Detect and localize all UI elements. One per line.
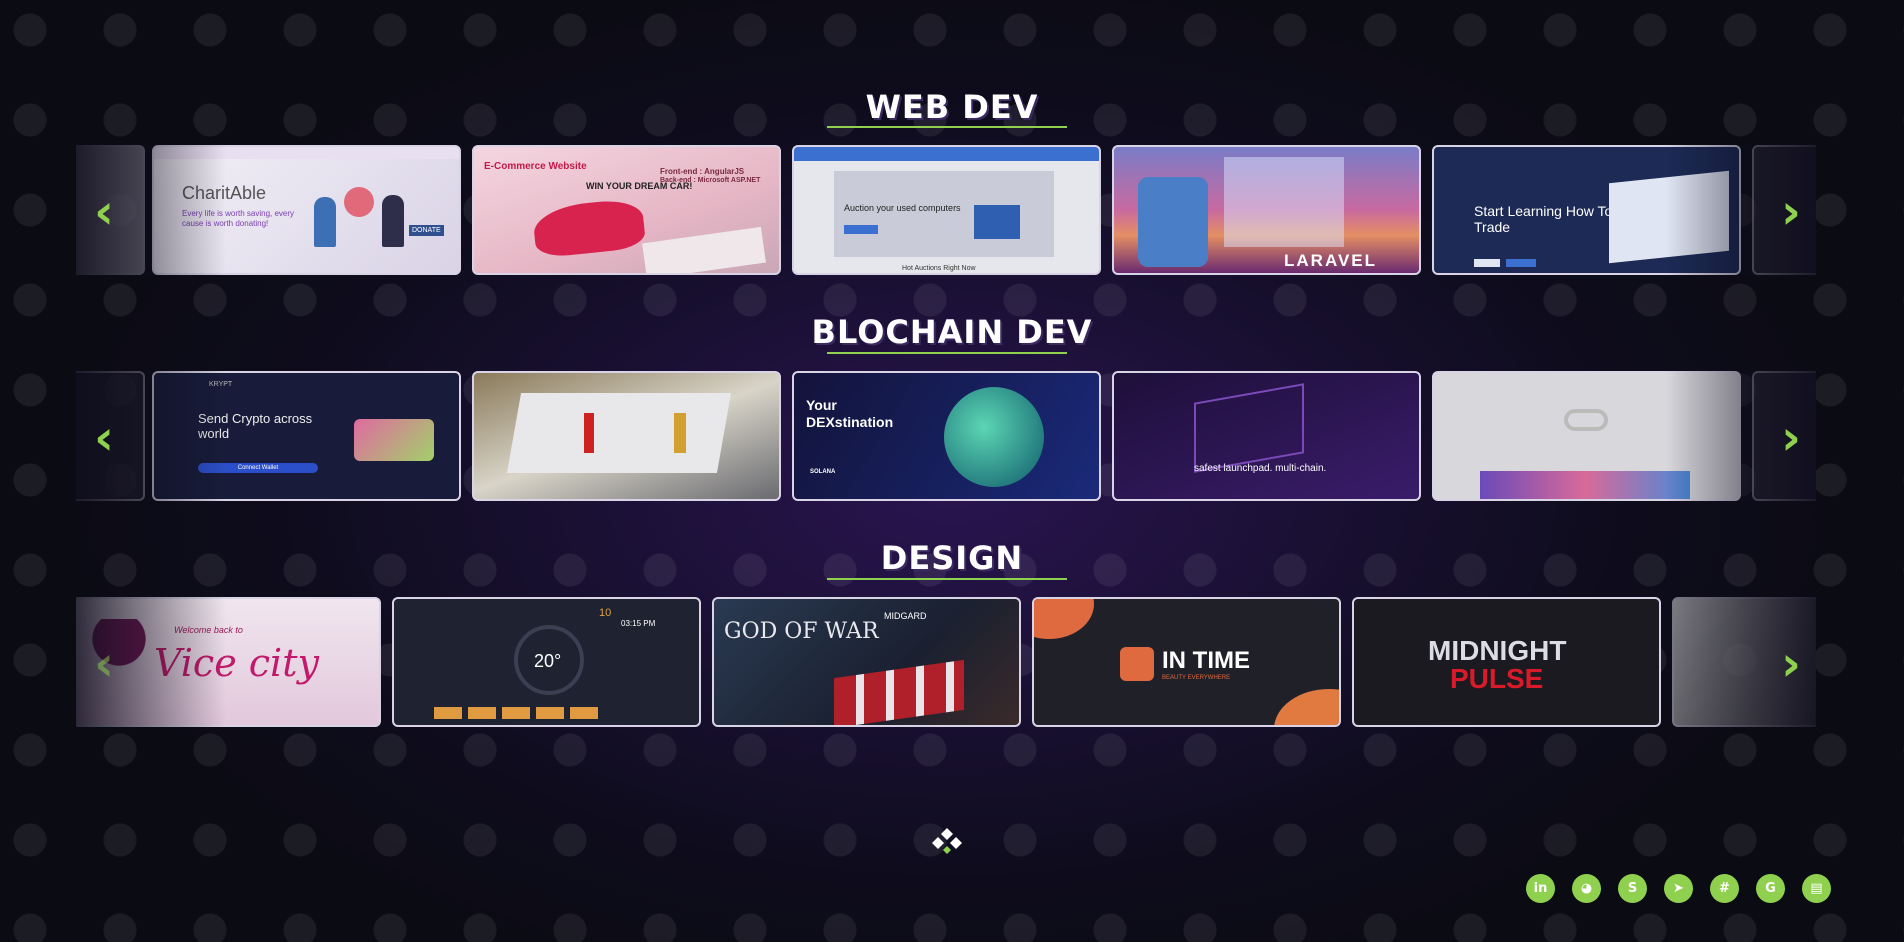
time-readout: 03:15 PM <box>621 619 656 628</box>
card-title: IN TIME <box>1162 647 1250 674</box>
project-card-trading[interactable]: Start Learning How To Trade <box>1432 145 1741 275</box>
telegram-icon[interactable]: ➤ <box>1664 874 1693 903</box>
card-text: MIDGARD <box>884 611 927 621</box>
card-button <box>844 225 878 234</box>
project-card-launchpad[interactable]: safest launchpad. multi-chain. <box>1112 371 1421 501</box>
heart-illustration <box>344 187 374 217</box>
project-card-god-of-war[interactable]: GOD OF WAR MIDGARD <box>712 597 1021 727</box>
card-text: cause is worth donating! <box>182 219 269 228</box>
card-title: Send Crypto across world <box>198 411 313 441</box>
slack-icon[interactable]: # <box>1710 874 1739 903</box>
nft-gallery-strip <box>1480 471 1690 499</box>
carousel-design[interactable]: Welcome back to Vice city 20° 10 03:15 P… <box>76 597 1816 727</box>
project-card-krypt[interactable]: KRYPT Send Crypto across world Connect W… <box>152 371 461 501</box>
card-title: E-Commerce Website <box>484 161 587 172</box>
crypto-card-illustration <box>354 419 434 461</box>
next-arrow-button[interactable]: › <box>1771 182 1811 242</box>
person-illustration <box>382 195 404 247</box>
screenshot-collage <box>1224 157 1344 247</box>
project-card-charitable[interactable]: CharitAble Every life is worth saving, e… <box>152 145 461 275</box>
person-illustration <box>314 197 336 247</box>
site-logo-icon[interactable] <box>930 826 964 856</box>
in-time-logo-icon <box>1120 647 1154 681</box>
robot-arm <box>584 413 594 453</box>
gauge-value: 20° <box>534 651 562 671</box>
project-card-in-time[interactable]: IN TIME BEAUTY EVERYWHERE <box>1032 597 1341 727</box>
prev-arrow-button[interactable]: ‹ <box>84 408 124 468</box>
robot-arm <box>674 413 686 453</box>
gallery-thumbnails <box>834 659 964 725</box>
project-card-laravel[interactable]: LARAVEL <box>1112 145 1421 275</box>
planet-illustration <box>944 387 1044 487</box>
card-text: Hot Auctions Right Now <box>902 265 976 272</box>
card-text: Front-end : AngularJS <box>660 167 745 176</box>
card-text: SOLANA <box>810 469 836 475</box>
next-arrow-button[interactable]: › <box>1771 634 1811 694</box>
github-icon[interactable]: ◕ <box>1572 874 1601 903</box>
prev-arrow-button[interactable]: ‹ <box>84 634 124 694</box>
page-preview <box>642 226 766 273</box>
card-title: GOD OF WAR <box>724 619 879 644</box>
card-title: Vice city <box>154 641 319 685</box>
resume-book-icon[interactable]: ▤ <box>1802 874 1831 903</box>
robot-illustration <box>1138 177 1208 267</box>
card-navbar <box>154 147 459 159</box>
social-links: in ◕ S ➤ # G ▤ <box>1526 874 1831 903</box>
section-underline <box>827 352 1067 354</box>
section-title-blockchain-dev: BLOCHAIN DEV <box>811 313 1093 351</box>
decor-shape <box>1274 689 1339 725</box>
google-icon[interactable]: G <box>1756 874 1785 903</box>
donate-badge: DONATE <box>409 225 444 236</box>
control-buttons <box>434 707 604 719</box>
card-text: Every life is worth saving, every <box>182 209 295 218</box>
prev-arrow-button[interactable]: ‹ <box>84 182 124 242</box>
card-title: Your DEXstination <box>806 397 894 430</box>
section-title-design: DESIGN <box>880 539 1024 577</box>
card-title: LARAVEL <box>1284 251 1378 270</box>
card-title: safest launchpad. multi-chain. <box>1194 463 1327 474</box>
project-card-ecommerce[interactable]: E-Commerce Website WIN YOUR DREAM CAR! F… <box>472 145 781 275</box>
date-number: 10 <box>599 607 612 619</box>
card-title: CharitAble <box>182 183 267 203</box>
card-text: Back-end : Microsoft ASP.NET <box>660 177 761 184</box>
car-image <box>531 197 647 259</box>
card-title: Start Learning How To Trade <box>1474 203 1613 235</box>
connect-wallet-button: Connect Wallet <box>198 463 318 473</box>
section-title-web-dev: WEB DEV <box>865 88 1039 126</box>
shop-illustration <box>974 205 1020 239</box>
hero-panel <box>834 171 1054 257</box>
project-card-cropper[interactable]: Your DEXstination SOLANA <box>792 371 1101 501</box>
card-button <box>1506 259 1536 267</box>
section-underline <box>827 578 1067 580</box>
warehouse-floor <box>506 393 732 473</box>
infinity-logo <box>1564 409 1608 431</box>
project-card-auction[interactable]: Auction your used computers Hot Auctions… <box>792 145 1101 275</box>
carousel-web-dev[interactable]: CharitAble Every life is worth saving, e… <box>76 145 1816 275</box>
card-navbar <box>794 147 1099 161</box>
cube-illustration <box>1194 383 1304 473</box>
decor-shape <box>1034 599 1094 639</box>
project-card-dashboard[interactable]: 20° 10 03:15 PM <box>392 597 701 727</box>
card-text: BEAUTY EVERYWHERE <box>1162 675 1231 681</box>
card-text: PULSE <box>1450 663 1544 694</box>
project-card-nft[interactable] <box>1432 371 1741 501</box>
card-logo-text: KRYPT <box>209 381 233 388</box>
skype-icon[interactable]: S <box>1618 874 1647 903</box>
project-card-blockchain-warehouse[interactable] <box>472 371 781 501</box>
linkedin-icon[interactable]: in <box>1526 874 1555 903</box>
project-card-midnight-pulse[interactable]: MIDNIGHT PULSE <box>1352 597 1661 727</box>
carousel-blockchain-dev[interactable]: KRYPT Send Crypto across world Connect W… <box>76 371 1816 501</box>
laptop-illustration <box>1609 170 1729 264</box>
next-arrow-button[interactable]: › <box>1771 408 1811 468</box>
card-button <box>1474 259 1500 267</box>
card-title: Auction your used computers <box>844 203 961 213</box>
section-underline <box>827 126 1067 128</box>
card-text: Welcome back to <box>174 625 243 635</box>
